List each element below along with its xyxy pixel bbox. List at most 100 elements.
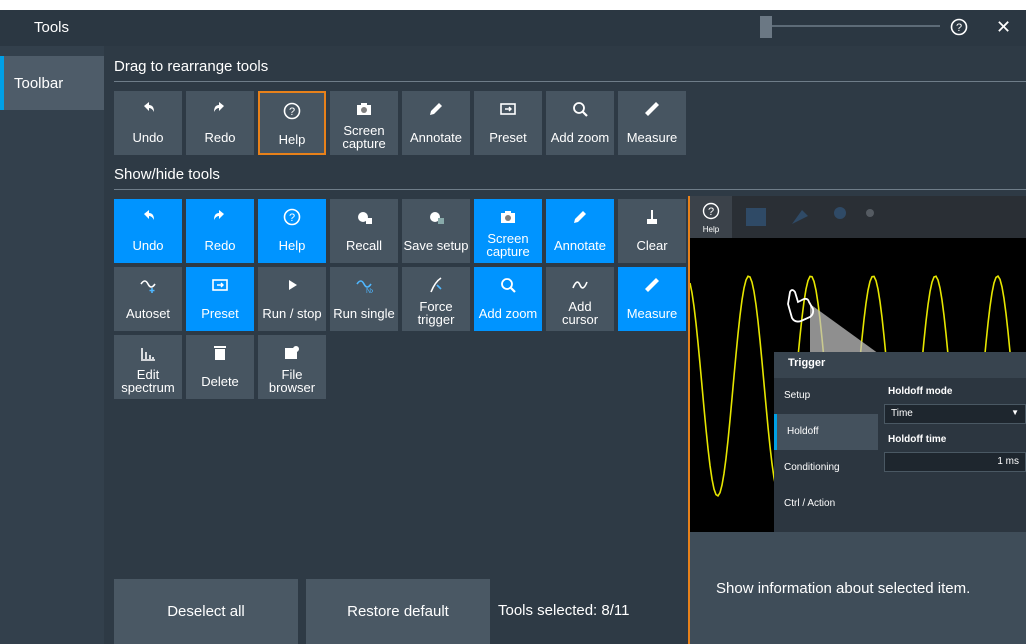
tool-add-cursor-button[interactable]: Add cursor — [546, 267, 614, 331]
trigger-nav-holdoff: Holdoff — [774, 414, 878, 450]
tool-preset-button[interactable]: Preset — [474, 91, 542, 155]
recall-icon — [330, 207, 398, 227]
window-title: Tools — [34, 19, 70, 36]
sidebar-item-toolbar[interactable]: Toolbar — [0, 56, 104, 110]
tool-redo-button[interactable]: Redo — [186, 199, 254, 263]
tool-screen-capture-button[interactable]: Screen capture — [474, 199, 542, 263]
svg-text:?: ? — [956, 22, 962, 34]
tool-preset-button[interactable]: Preset — [186, 267, 254, 331]
tool-run-single-button[interactable]: Nx Run single — [330, 267, 398, 331]
camera-icon — [330, 99, 398, 119]
svg-text:?: ? — [708, 206, 714, 218]
tool-label: Clear — [636, 237, 668, 253]
tools-window: Tools ? ✕ Toolbar Drag to rearrange tool… — [0, 10, 1026, 644]
tool-save-setup-button[interactable]: Save setup — [402, 199, 470, 263]
chevron-down-icon: ▼ — [1011, 408, 1019, 417]
tool-screen-capture-button[interactable]: Screen capture — [330, 91, 398, 155]
ruler-icon — [618, 99, 686, 119]
tool-label: Measure — [626, 129, 678, 145]
hand-pointer-icon — [787, 289, 815, 323]
tool-label: Annotate — [409, 129, 463, 145]
pencil-icon — [546, 207, 614, 227]
tool-measure-button[interactable]: Measure — [618, 267, 686, 331]
trigger-nav-setup: Setup — [784, 390, 811, 401]
trash-icon — [186, 343, 254, 363]
tool-undo-button[interactable]: Undo — [114, 199, 182, 263]
tool-label: Redo — [204, 237, 236, 253]
arrange-section-title: Drag to rearrange tools — [114, 58, 269, 75]
restore-default-button[interactable]: Restore default — [306, 579, 490, 644]
tool-label: Measure — [626, 305, 678, 321]
redo-icon — [186, 207, 254, 227]
cursor-icon — [546, 275, 614, 295]
tool-edit-spectrum-button[interactable]: Edit spectrum — [114, 335, 182, 399]
tool-redo-button[interactable]: Redo — [186, 91, 254, 155]
help-animation: ? Help Trigger Setup Holdoff Conditionin… — [690, 196, 1026, 532]
transparency-slider-thumb[interactable] — [760, 16, 772, 38]
tool-force-trigger-button[interactable]: Force trigger — [402, 267, 470, 331]
tool-label: Help — [278, 131, 306, 147]
file-browser-icon — [258, 343, 326, 363]
divider — [114, 189, 1026, 190]
tool-help-button[interactable]: ? Help — [258, 199, 326, 263]
run-single-icon: Nx — [330, 275, 398, 295]
deselect-all-button[interactable]: Deselect all — [114, 579, 298, 644]
undo-icon — [114, 99, 182, 119]
tool-measure-button[interactable]: Measure — [618, 91, 686, 155]
tool-undo-button[interactable]: Undo — [114, 91, 182, 155]
tool-label: Screen capture — [342, 123, 386, 151]
scope-help-caption: Help — [702, 225, 720, 234]
camera-icon — [474, 207, 542, 227]
showhide-section-title: Show/hide tools — [114, 166, 220, 183]
tool-label: Add zoom — [478, 305, 538, 321]
tool-file-browser-button[interactable]: File browser — [258, 335, 326, 399]
trigger-nav-ctrl-action: Ctrl / Action — [784, 498, 836, 509]
holdoff-mode-value: Time — [891, 408, 913, 419]
svg-text:?: ? — [289, 212, 295, 224]
tool-label: Save setup — [403, 237, 469, 253]
save-setup-icon — [402, 207, 470, 227]
tool-label: Add cursor — [561, 299, 599, 327]
help-description: Show information about selected item. — [716, 580, 971, 597]
tool-help-button[interactable]: ? Help — [258, 91, 326, 155]
spectrum-icon — [114, 343, 182, 363]
tool-add-zoom-button[interactable]: Add zoom — [546, 91, 614, 155]
help-preview-panel: ? Help Trigger Setup Holdoff Conditionin… — [688, 196, 1026, 644]
zoom-icon — [546, 99, 614, 119]
tool-label: Annotate — [553, 237, 607, 253]
close-icon[interactable]: ✕ — [996, 17, 1011, 38]
tool-label: Force trigger — [417, 299, 455, 327]
autoset-icon — [114, 275, 182, 295]
scope-help-button: ? Help — [690, 196, 732, 238]
tool-clear-button[interactable]: Clear — [618, 199, 686, 263]
tool-add-zoom-button[interactable]: Add zoom — [474, 267, 542, 331]
sidebar-item-label: Toolbar — [14, 75, 64, 92]
trigger-dialog: Trigger Setup Holdoff Conditioning Ctrl … — [774, 352, 1026, 532]
tool-label: Delete — [201, 373, 239, 389]
tool-recall-button[interactable]: Recall — [330, 199, 398, 263]
help-icon: ? — [702, 202, 720, 220]
tool-label: File browser — [268, 367, 316, 395]
tool-label: Help — [278, 237, 306, 253]
tool-label: Undo — [132, 237, 164, 253]
holdoff-mode-label: Holdoff mode — [888, 386, 953, 397]
title-bar: Tools ? ✕ — [0, 10, 1026, 46]
holdoff-mode-select: Time ▼ — [884, 404, 1026, 424]
tool-annotate-button[interactable]: Annotate — [546, 199, 614, 263]
tool-autoset-button[interactable]: Autoset — [114, 267, 182, 331]
redo-icon — [186, 99, 254, 119]
tool-label: Undo — [132, 129, 164, 145]
tool-annotate-button[interactable]: Annotate — [402, 91, 470, 155]
divider — [114, 81, 1026, 82]
help-icon[interactable]: ? — [950, 18, 968, 36]
pencil-icon — [402, 99, 470, 119]
tool-delete-button[interactable]: Delete — [186, 335, 254, 399]
tool-run-stop-button[interactable]: Run / stop — [258, 267, 326, 331]
holdoff-time-field: 1 ms — [884, 452, 1026, 472]
tool-label: Edit spectrum — [121, 367, 175, 395]
tool-label: Add zoom — [550, 129, 610, 145]
holdoff-time-label: Holdoff time — [888, 434, 947, 445]
selected-indicator — [0, 56, 4, 110]
transparency-slider-track[interactable] — [760, 25, 940, 27]
sidebar: Toolbar — [0, 46, 104, 644]
